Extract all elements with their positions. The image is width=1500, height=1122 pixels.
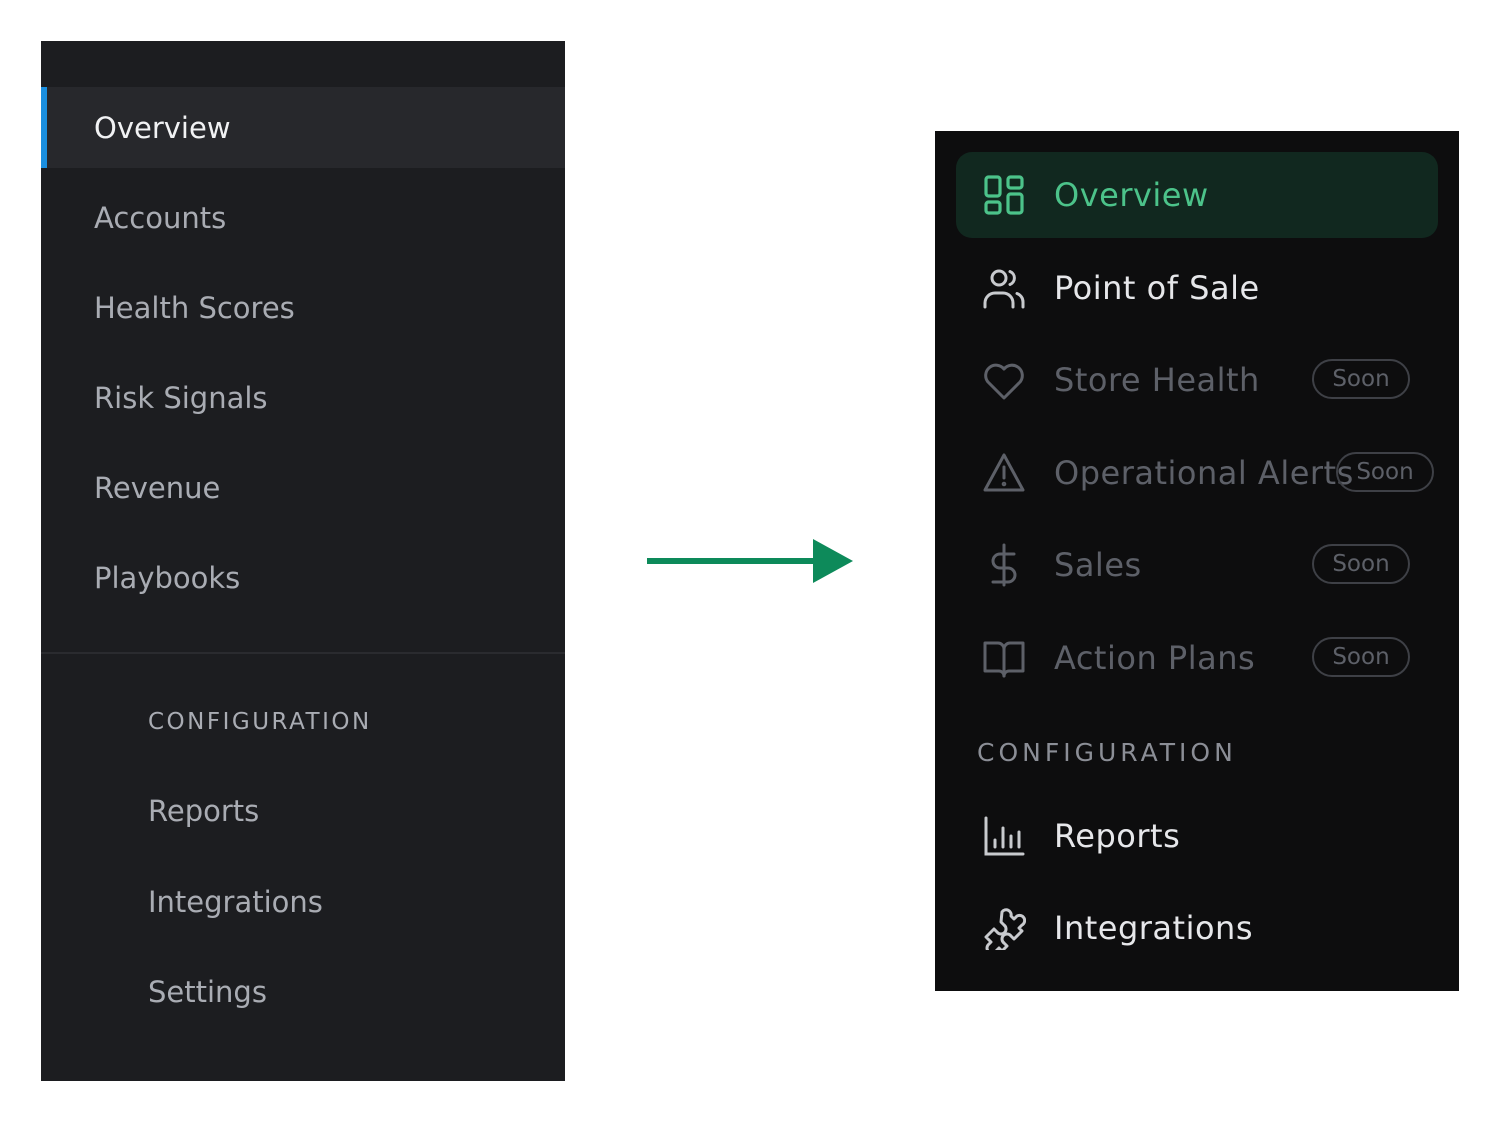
nav-label: Action Plans [1054,639,1256,677]
nav-label: Operational Alerts [1054,454,1354,492]
new-nav-integrations[interactable]: Integrations [956,885,1438,971]
old-nav-accounts[interactable]: Accounts [41,177,565,258]
users-icon [982,266,1026,310]
old-sidebar: Overview Accounts Health Scores Risk Sig… [41,41,565,1081]
new-nav-action-plans[interactable]: Action Plans Soon [956,615,1438,701]
new-nav-operational-alerts[interactable]: Operational Alerts Soon [956,430,1438,516]
new-nav-sales[interactable]: Sales Soon [956,522,1438,608]
dollar-icon [982,543,1026,587]
old-nav-overview[interactable]: Overview [41,87,565,168]
soon-badge: Soon [1312,637,1410,677]
soon-badge: Soon [1336,452,1434,492]
nav-label: Revenue [94,470,221,505]
config-section-heading: CONFIGURATION [148,709,372,735]
old-nav-health-scores[interactable]: Health Scores [41,267,565,348]
nav-label: Integrations [1054,909,1253,947]
nav-label: Integrations [148,884,323,919]
nav-label: Overview [94,110,231,145]
old-nav-settings[interactable]: Settings [41,951,565,1032]
old-nav-playbooks[interactable]: Playbooks [41,537,565,618]
old-nav-integrations[interactable]: Integrations [41,861,565,942]
old-nav-revenue[interactable]: Revenue [41,447,565,528]
nav-label: Sales [1054,546,1142,584]
section-divider [41,652,565,654]
bar-chart-icon [982,814,1026,858]
soon-badge: Soon [1312,359,1410,399]
nav-label: Playbooks [94,560,241,595]
soon-badge: Soon [1312,544,1410,584]
nav-label: Reports [1054,817,1181,855]
heart-icon [982,358,1026,402]
new-nav-reports[interactable]: Reports [956,793,1438,879]
alert-triangle-icon [982,451,1026,495]
nav-label: Point of Sale [1054,269,1260,307]
grid-icon [982,173,1026,217]
old-nav-risk-signals[interactable]: Risk Signals [41,357,565,438]
new-sidebar: Overview Point of Sale Store Health Soon [935,131,1459,991]
nav-label: Risk Signals [94,380,268,415]
config-section-heading: CONFIGURATION [977,738,1237,767]
book-open-icon [982,636,1026,680]
nav-label: Overview [1054,176,1209,214]
nav-label: Reports [148,793,260,828]
puzzle-icon [982,906,1026,950]
new-nav-point-of-sale[interactable]: Point of Sale [956,245,1438,331]
nav-label: Health Scores [94,290,295,325]
arrow-right-icon [647,539,853,583]
nav-label: Store Health [1054,361,1260,399]
nav-label: Accounts [94,200,227,235]
nav-label: Settings [148,974,267,1009]
new-nav-store-health[interactable]: Store Health Soon [956,337,1438,423]
old-nav-reports[interactable]: Reports [41,770,565,851]
new-nav-overview[interactable]: Overview [956,152,1438,238]
